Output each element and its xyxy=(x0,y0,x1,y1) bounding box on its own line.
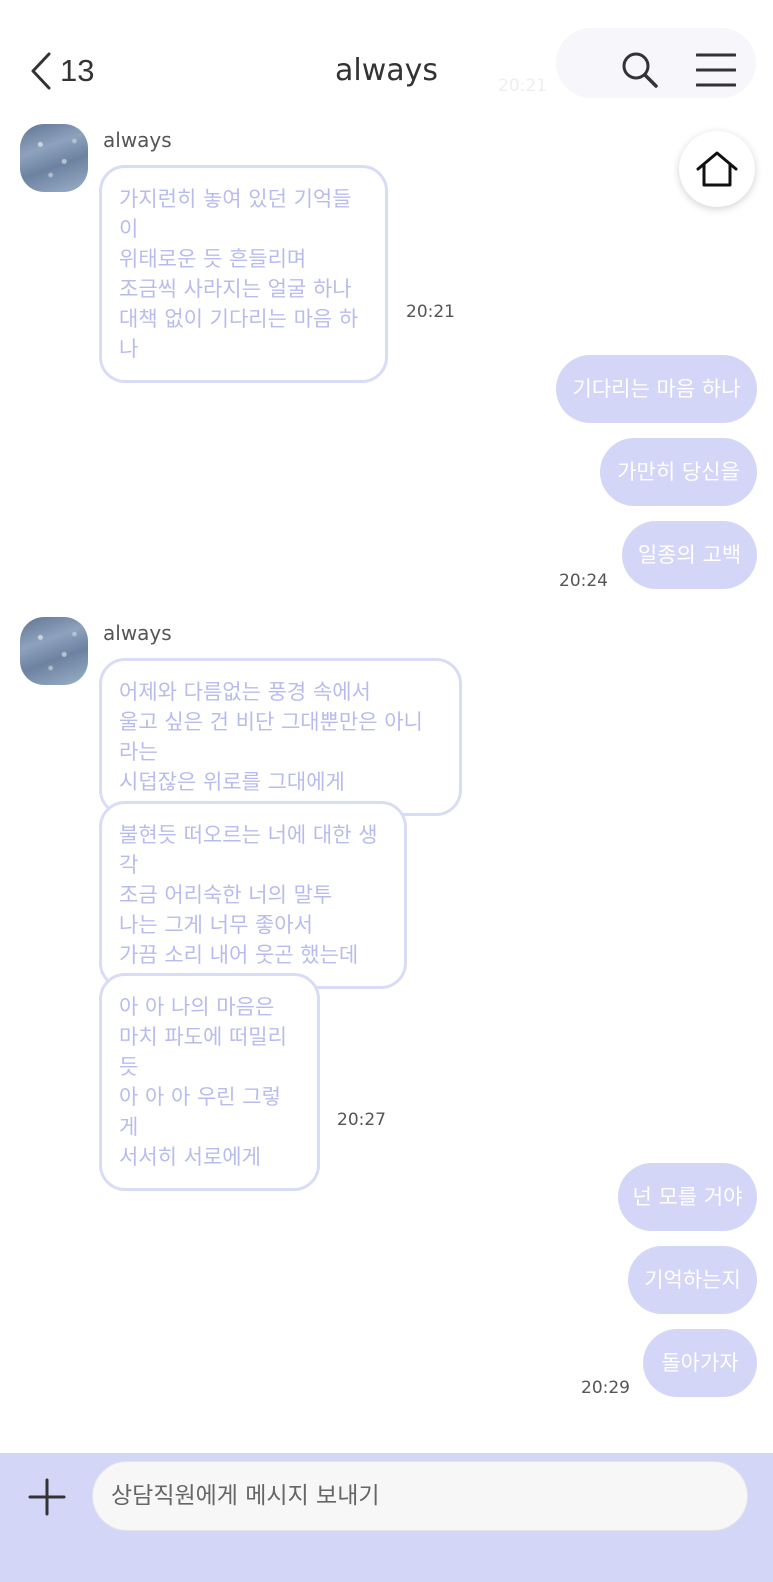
sender-name: always xyxy=(103,128,172,152)
back-button[interactable]: 13 xyxy=(30,50,94,92)
faded-message-time: 20:21 xyxy=(498,76,547,96)
message-composer xyxy=(0,1453,773,1582)
incoming-message[interactable]: 어제와 다름없는 풍경 속에서 울고 싶은 건 비단 그대뿐만은 아니라는 시덥… xyxy=(99,658,462,816)
search-icon xyxy=(622,52,658,88)
outgoing-message[interactable]: 기다리는 마음 하나 xyxy=(556,355,757,423)
outgoing-message[interactable]: 돌아가자 xyxy=(643,1329,757,1397)
chat-header: 20:21 13 always xyxy=(0,0,773,120)
outgoing-message[interactable]: 일종의 고백 xyxy=(622,521,757,589)
message-time: 20:27 xyxy=(337,1110,386,1130)
outgoing-message[interactable]: 기억하는지 xyxy=(628,1246,757,1314)
plus-icon xyxy=(28,1478,66,1516)
home-button[interactable] xyxy=(679,131,755,207)
outgoing-message[interactable]: 가만히 당신을 xyxy=(600,438,757,506)
unread-count: 13 xyxy=(60,53,95,88)
outgoing-message[interactable]: 넌 모를 거야 xyxy=(618,1163,757,1231)
attach-button[interactable] xyxy=(27,1477,67,1517)
sender-name: always xyxy=(103,621,172,645)
avatar[interactable] xyxy=(20,617,88,685)
incoming-message[interactable]: 아 아 나의 마음은 마치 파도에 떠밀리듯 아 아 아 우린 그렇게 서서히 … xyxy=(99,973,320,1191)
message-input[interactable] xyxy=(92,1461,748,1531)
message-time: 20:21 xyxy=(406,302,455,322)
message-time: 20:24 xyxy=(559,571,608,591)
menu-button[interactable] xyxy=(695,52,737,92)
incoming-message[interactable]: 불현듯 떠오르는 너에 대한 생각 조금 어리숙한 너의 말투 나는 그게 너무… xyxy=(99,801,407,989)
hamburger-menu-icon xyxy=(695,53,737,87)
home-icon xyxy=(696,151,738,187)
avatar[interactable] xyxy=(20,124,88,192)
message-time: 20:29 xyxy=(581,1378,630,1398)
search-button[interactable] xyxy=(620,50,660,94)
incoming-message[interactable]: 가지런히 놓여 있던 기억들이 위태로운 듯 흔들리며 조금씩 사라지는 얼굴 … xyxy=(99,165,388,383)
chevron-left-icon xyxy=(31,52,51,90)
